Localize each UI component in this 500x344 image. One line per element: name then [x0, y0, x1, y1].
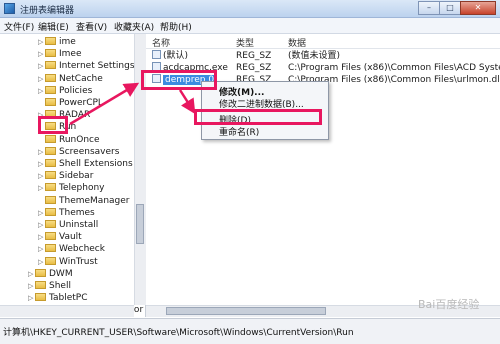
- watermark-text: Bai百度经验: [418, 298, 480, 311]
- arrow-value-to-delete: [178, 89, 196, 115]
- annotation-arrows: [69, 82, 196, 126]
- status-path: 计算机\HKEY_CURRENT_USER\Software\Microsoft…: [3, 328, 354, 338]
- status-bar: 计算机\HKEY_CURRENT_USER\Software\Microsoft…: [0, 318, 500, 344]
- arrow-run-to-value: [69, 82, 140, 126]
